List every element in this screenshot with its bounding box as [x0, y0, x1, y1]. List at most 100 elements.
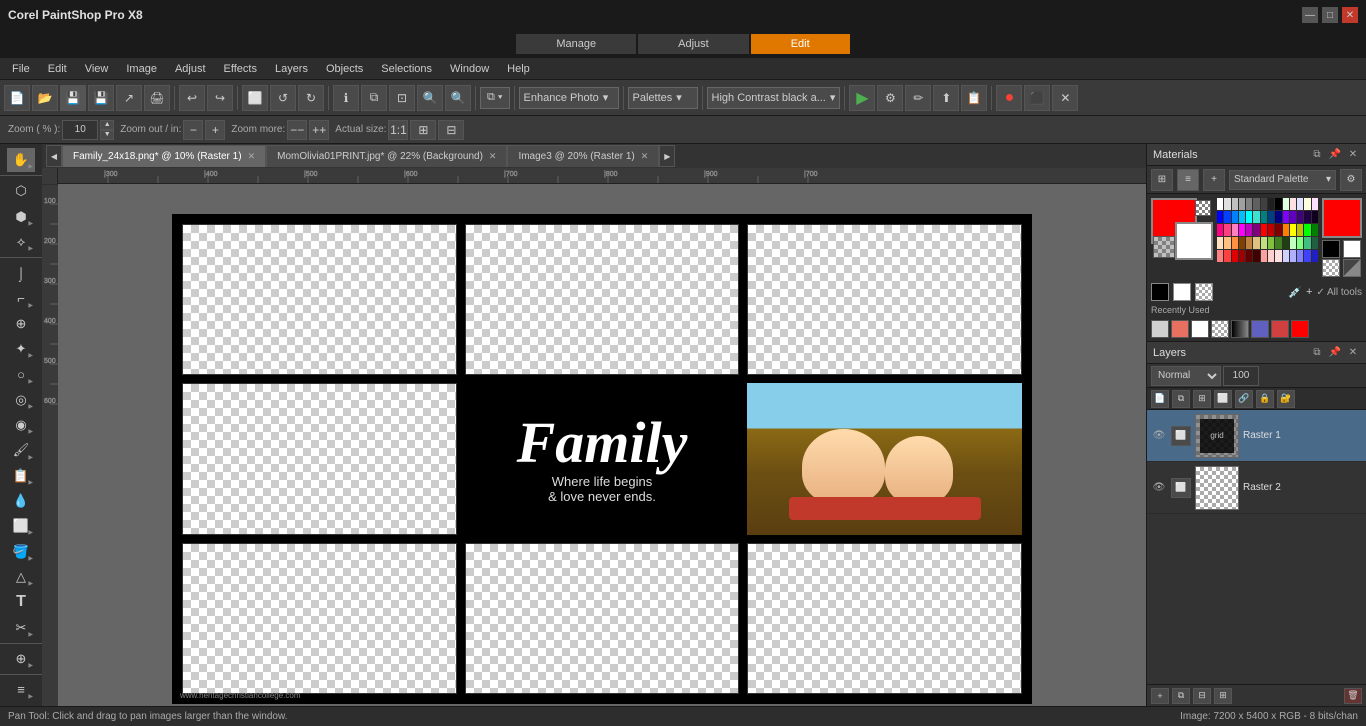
ru-swatch-8[interactable]	[1291, 320, 1309, 338]
swatch-light-gray[interactable]	[1224, 198, 1230, 210]
layer-thumb-icon-raster2[interactable]: ⬜	[1171, 478, 1191, 498]
share-button[interactable]: ↗	[116, 85, 142, 111]
swatch-dark-violet[interactable]	[1304, 211, 1310, 223]
swatch-small-gradient[interactable]	[1343, 259, 1361, 277]
copy-layer-icon[interactable]: ⧉	[1172, 390, 1190, 408]
swatch-red[interactable]	[1261, 224, 1267, 236]
swatch-violet[interactable]	[1283, 211, 1289, 223]
swatch-rose[interactable]	[1217, 224, 1223, 236]
ru-swatch-5[interactable]	[1231, 320, 1249, 338]
menu-edit[interactable]: Edit	[40, 61, 75, 77]
layer-eye-raster2[interactable]: 👁	[1151, 480, 1167, 496]
swatch-blue3[interactable]	[1232, 211, 1238, 223]
swatch-khaki[interactable]	[1253, 237, 1259, 249]
swatch-light-blue[interactable]	[1297, 198, 1303, 210]
minimize-button[interactable]: —	[1302, 7, 1318, 23]
swatch-very-dark-red[interactable]	[1253, 250, 1259, 262]
doc-tab-2-close[interactable]: ✕	[489, 151, 497, 162]
dodge-tool[interactable]: ◎▶	[7, 388, 35, 412]
crop-button[interactable]: ⬜	[242, 85, 268, 111]
swatch-small-white[interactable]	[1343, 240, 1361, 258]
tab-adjust[interactable]: Adjust	[638, 34, 749, 54]
duplicate-layer-btn[interactable]: ⧉	[1172, 688, 1190, 704]
zoom-down-button[interactable]: ▼	[100, 130, 114, 140]
transparent-swatch[interactable]	[1195, 200, 1211, 216]
actual-size-button[interactable]: 1:1	[388, 120, 408, 140]
tab-scroll-right[interactable]: ▶	[659, 145, 675, 167]
undo-button[interactable]: ↩	[179, 85, 205, 111]
swatch-very-pale-pink[interactable]	[1275, 250, 1281, 262]
script-button[interactable]: ⚙	[877, 85, 903, 111]
add-layer-btn[interactable]: +	[1151, 688, 1169, 704]
swatch-dark-red2[interactable]	[1246, 250, 1252, 262]
swatch-light-salmon[interactable]	[1261, 250, 1267, 262]
swatch-cyan2[interactable]	[1246, 211, 1252, 223]
swatch-navy2[interactable]	[1275, 211, 1281, 223]
tab-edit[interactable]: Edit	[751, 34, 850, 54]
layers-close-icon[interactable]: ✕	[1346, 346, 1360, 360]
swatch-brown[interactable]	[1239, 237, 1245, 249]
swatch-light-yellow[interactable]	[1304, 198, 1310, 210]
swatch-black[interactable]	[1275, 198, 1281, 210]
swatch-dark-red[interactable]	[1268, 224, 1274, 236]
swatch-light-pink[interactable]	[1312, 198, 1318, 210]
ru-swatch-2[interactable]	[1171, 320, 1189, 338]
swatch-blue2[interactable]	[1224, 211, 1230, 223]
layers-pin-icon[interactable]: 📌	[1328, 346, 1342, 360]
redo-button[interactable]: ↪	[207, 85, 233, 111]
delete-layer-btn[interactable]: 🗑	[1344, 688, 1362, 704]
swatch-darker-gray[interactable]	[1268, 198, 1274, 210]
swatch-maroon[interactable]	[1275, 224, 1281, 236]
clone-tool[interactable]: ⊕	[7, 312, 35, 336]
swatch-pale-green[interactable]	[1290, 237, 1296, 249]
pattern-swatch[interactable]	[1153, 236, 1175, 258]
menu-effects[interactable]: Effects	[216, 61, 265, 77]
swatch-light-green[interactable]	[1283, 198, 1289, 210]
palettes-dropdown[interactable]: Palettes ▾	[628, 87, 698, 109]
tool-options[interactable]: ≡▶	[7, 678, 35, 702]
maximize-button[interactable]: □	[1322, 7, 1338, 23]
close-button[interactable]: ✕	[1342, 7, 1358, 23]
swatch-pale-pink[interactable]	[1268, 250, 1274, 262]
mask-icon[interactable]: ⬜	[1214, 390, 1232, 408]
swatch-forest[interactable]	[1275, 237, 1281, 249]
swatch-magenta2[interactable]	[1246, 224, 1252, 236]
selection-tool[interactable]: ⬡	[7, 179, 35, 203]
zoom-more-in-button[interactable]: ++	[309, 120, 329, 140]
swatch-orange2[interactable]	[1232, 237, 1238, 249]
zoom-value-input[interactable]	[62, 120, 98, 140]
paint-tool[interactable]: 🖌▶	[7, 438, 35, 462]
swatch-blue[interactable]	[1217, 211, 1223, 223]
tab-scroll-left[interactable]: ◀	[46, 145, 62, 167]
play-button[interactable]: ▶	[849, 85, 875, 111]
swatch-pine[interactable]	[1312, 237, 1318, 249]
materials-pin-icon[interactable]: 📌	[1328, 148, 1342, 162]
clone-button[interactable]: ⧉	[361, 85, 387, 111]
swatch-dark-green[interactable]	[1312, 224, 1318, 236]
resize-button[interactable]: ⊡	[389, 85, 415, 111]
swatch-tan[interactable]	[1246, 237, 1252, 249]
lock-all-icon[interactable]: 🔒	[1256, 390, 1274, 408]
menu-image[interactable]: Image	[118, 61, 165, 77]
ru-swatch-7[interactable]	[1271, 320, 1289, 338]
swatch-small-black[interactable]	[1322, 240, 1340, 258]
ru-swatch-1[interactable]	[1151, 320, 1169, 338]
swatch-pink[interactable]	[1232, 224, 1238, 236]
flatten-btn[interactable]: ⊟	[1193, 688, 1211, 704]
palette-dropdown[interactable]: Standard Palette ▾	[1229, 170, 1336, 190]
rotate-left-button[interactable]: ↺	[270, 85, 296, 111]
eye-dropper-tool[interactable]: 💧	[7, 489, 35, 513]
menu-view[interactable]: View	[77, 61, 117, 77]
swatch-magenta[interactable]	[1239, 224, 1245, 236]
mat-list-btn[interactable]: ≡	[1177, 169, 1199, 191]
swatch-olive[interactable]	[1297, 224, 1303, 236]
export-button[interactable]: 📋	[961, 85, 987, 111]
new-layer-icon[interactable]: 📄	[1151, 390, 1169, 408]
swatch-gray1[interactable]	[1239, 198, 1245, 210]
swatch-white[interactable]	[1217, 198, 1223, 210]
swatch-peach[interactable]	[1224, 237, 1230, 249]
fill-tool[interactable]: 🪣▶	[7, 539, 35, 563]
freehand-tool[interactable]: ⬢▶	[7, 205, 35, 229]
rotate-right-button[interactable]: ↻	[298, 85, 324, 111]
ru-swatch-3[interactable]	[1191, 320, 1209, 338]
